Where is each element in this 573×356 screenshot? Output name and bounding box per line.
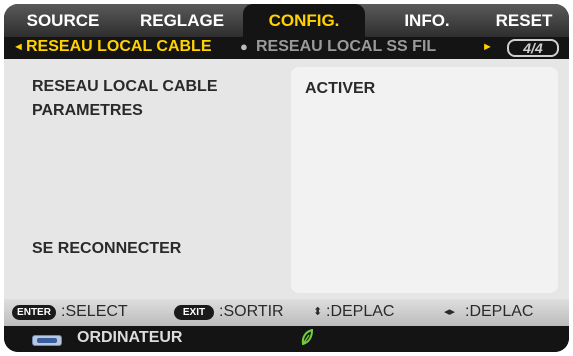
reseau-local-cable-label[interactable]: RESEAU LOCAL CABLE [32,78,218,96]
leftright-help-text: :DEPLAC [465,303,534,320]
leaf-icon [300,328,314,350]
subtab-reseau-local-cable[interactable]: RESEAU LOCAL CABLE [26,38,212,56]
help-bar: ENTER :SELECT EXIT :SORTIR ⬍ :DEPLAC ◂▸ … [4,299,569,326]
left-right-arrow-icon: ◂▸ [444,306,456,318]
updown-help-text: :DEPLAC [326,303,395,320]
enter-help-text: :SELECT [61,303,128,320]
tab-reset[interactable]: RESET [479,6,569,35]
exit-help-text: :SORTIR [219,303,284,320]
computer-input-icon [32,335,62,346]
tab-reglage[interactable]: REGLAGE [132,6,232,35]
settings-panel: RESEAU LOCAL CABLE PARAMETRES SE RECONNE… [4,59,569,299]
bullet-icon: ● [240,39,248,54]
up-down-arrow-icon: ⬍ [313,306,323,318]
parametres-label[interactable]: PARAMETRES [32,102,143,120]
tab-source[interactable]: SOURCE [18,6,108,35]
se-reconnecter-label[interactable]: SE RECONNECTER [32,240,181,258]
status-bar: ORDINATEUR [4,326,569,352]
projector-osd-menu: SOURCE REGLAGE CONFIG. INFO. RESET ◄ RES… [4,4,569,352]
subtab-bar: ◄ RESEAU LOCAL CABLE ● RESEAU LOCAL SS F… [4,37,569,59]
exit-key-icon: EXIT [174,305,214,320]
left-arrow-icon[interactable]: ◄ [13,41,24,53]
reseau-local-cable-value[interactable]: ACTIVER [305,80,375,98]
tab-config[interactable]: CONFIG. [243,4,365,37]
subtab-reseau-local-ss-fil[interactable]: RESEAU LOCAL SS FIL [256,38,436,56]
menu-tab-bar: SOURCE REGLAGE CONFIG. INFO. RESET [4,4,569,37]
tab-info[interactable]: INFO. [382,6,472,35]
enter-key-icon: ENTER [12,305,56,320]
right-arrow-icon[interactable]: ► [482,41,493,53]
value-box: ACTIVER [291,67,558,293]
input-source-label: ORDINATEUR [77,329,183,346]
page-indicator: 4/4 [507,39,559,57]
